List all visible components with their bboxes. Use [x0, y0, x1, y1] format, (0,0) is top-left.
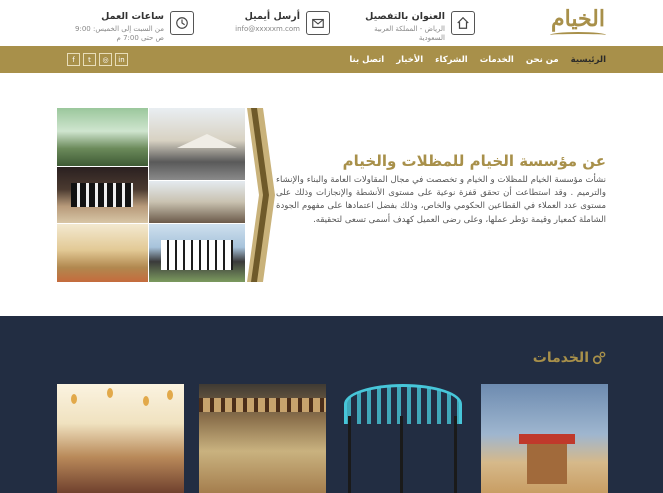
nav-partners[interactable]: الشركاء [435, 55, 468, 65]
about-description: نشأت مؤسسة الخيام للمظلات و الخيام و تخص… [276, 175, 606, 225]
linkedin-icon[interactable]: in [115, 53, 128, 66]
hours-title: ساعات العمل [101, 11, 164, 22]
hours-info: ساعات العمل من السبت إلى الخميس: 9:00 ص … [64, 9, 194, 42]
home-icon [451, 11, 475, 35]
about-collage [57, 108, 275, 282]
twitter-icon[interactable]: t [83, 53, 96, 66]
hours-line-2: ص حتى 7:00 م [116, 34, 164, 42]
logo-text: الخيام [551, 6, 605, 32]
email-info: أرسل أيميل info@xxxxxm.com [210, 9, 330, 39]
main-navbar: الرئيسية من نحن الخدمات الشركاء الأخبار … [0, 46, 663, 73]
service-card-canopy[interactable] [340, 384, 467, 493]
hours-text: من السبت إلى الخميس: 9:00 ص حتى 7:00 م [75, 25, 164, 43]
service-card-majlis[interactable] [57, 384, 184, 493]
top-header: الخيام العنوان بالتفصيل الرياض - المملكة… [0, 0, 663, 46]
hours-line-1: من السبت إلى الخميس: 9:00 [75, 25, 164, 33]
collage-photo-parking-shades [149, 108, 245, 180]
email-address[interactable]: info@xxxxxm.com [235, 25, 300, 34]
nav-contact[interactable]: اتصل بنا [349, 55, 384, 65]
site-logo[interactable]: الخيام [543, 6, 613, 44]
address-title: العنوان بالتفصيل [365, 11, 445, 22]
facebook-icon[interactable]: f [67, 53, 80, 66]
main-nav: الرئيسية من نحن الخدمات الشركاء الأخبار … [349, 46, 606, 73]
envelope-icon [306, 11, 330, 35]
nav-services[interactable]: الخدمات [480, 55, 514, 65]
nav-home[interactable]: الرئيسية [571, 55, 606, 65]
service-card-booth[interactable] [481, 384, 608, 493]
collage-chevron-decoration [247, 108, 275, 282]
services-section: الخدمات [0, 316, 663, 493]
address-info: العنوان بالتفصيل الرياض - المملكة العربي… [345, 9, 475, 42]
about-title: عن مؤسسة الخيام للمظلات والخيام [342, 152, 606, 170]
clock-icon [170, 11, 194, 35]
nav-about[interactable]: من نحن [526, 55, 559, 65]
address-line-2: السعودية [418, 34, 445, 42]
collage-photo-majlis-green [57, 108, 148, 166]
instagram-icon[interactable]: ◎ [99, 53, 112, 66]
logo-ornament [550, 32, 606, 38]
nav-news[interactable]: الأخبار [396, 55, 423, 65]
collage-photo-black-tent [57, 167, 148, 223]
address-text: الرياض - المملكة العربية السعودية [374, 25, 445, 43]
email-title: أرسل أيميل [244, 11, 300, 22]
service-card-pergola[interactable] [199, 384, 326, 493]
collage-photo-outdoor-tent [149, 181, 245, 223]
social-links: f t ◎ in [67, 53, 128, 66]
collage-photo-striped-house [149, 224, 245, 282]
services-title: الخدمات [532, 350, 589, 366]
gears-icon [592, 351, 606, 365]
about-section: عن مؤسسة الخيام للمظلات والخيام نشأت مؤس… [0, 73, 663, 316]
collage-photo-majlis-interior [57, 224, 148, 282]
services-heading: الخدمات [533, 350, 606, 366]
address-line-1: الرياض - المملكة العربية [374, 25, 445, 33]
